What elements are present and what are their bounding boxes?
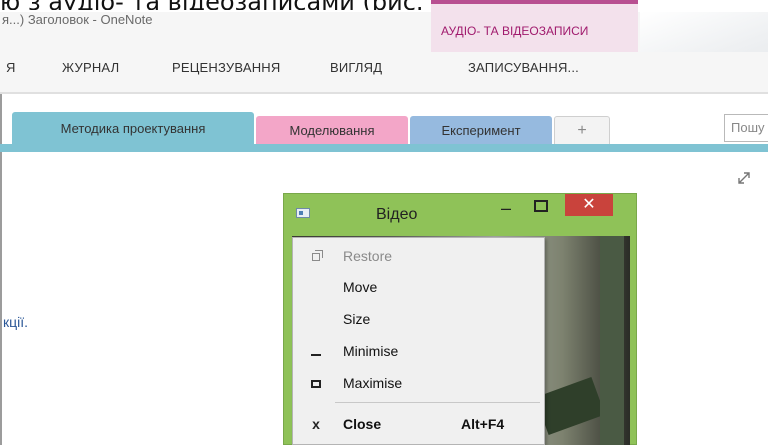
expand-icon[interactable] xyxy=(736,170,754,188)
menu-item-minimise[interactable]: Minimise xyxy=(293,337,544,367)
close-icon[interactable]: ✕ xyxy=(565,194,613,216)
restore-icon xyxy=(308,248,324,264)
video-window-icon[interactable] xyxy=(296,208,310,218)
contextual-group-accent xyxy=(431,0,638,4)
menu-item-close[interactable]: x Close Alt+F4 xyxy=(293,410,544,440)
menu-item-size[interactable]: Size xyxy=(293,305,544,335)
video-window-title: Відео xyxy=(376,206,418,223)
minimise-icon xyxy=(308,343,324,359)
menu-item-move[interactable]: Move xyxy=(293,273,544,303)
maximize-icon[interactable] xyxy=(534,200,548,212)
window-title: я...) Заголовок - OneNote xyxy=(2,12,153,27)
menu-item-label: Restore xyxy=(343,248,393,264)
menu-item-restore[interactable]: Restore xyxy=(293,242,544,272)
menu-item-review[interactable]: РЕЦЕНЗУВАННЯ xyxy=(172,60,280,75)
section-tab-methodology[interactable]: Методика проектування xyxy=(12,112,254,144)
section-color-band xyxy=(0,144,768,152)
minimize-icon[interactable]: – xyxy=(494,198,518,218)
section-tabs: Методика проектування Моделювання Експер… xyxy=(0,110,768,144)
video-content-shape xyxy=(534,376,606,436)
menu-item-shortcut: Alt+F4 xyxy=(461,416,505,432)
add-section-button[interactable]: + xyxy=(554,116,610,144)
section-tab-experiment[interactable]: Експеримент xyxy=(410,116,552,144)
section-tab-modeling[interactable]: Моделювання xyxy=(256,116,408,144)
menu-item-label: Close xyxy=(343,416,382,432)
menu-separator xyxy=(335,402,540,403)
contextual-group-label: АУДІО- ТА ВІДЕОЗАПИСИ xyxy=(441,24,589,38)
menu-item-recording[interactable]: ЗАПИСУВАННЯ... xyxy=(468,60,579,75)
menu-item-truncated[interactable]: Я xyxy=(6,60,16,75)
document-heading-fragment: ю з аудіо- та відеозаписами (рис. 6.9) xyxy=(0,0,768,10)
menu-item-view[interactable]: ВИГЛЯД xyxy=(330,60,382,75)
menu-item-journal[interactable]: ЖУРНАЛ xyxy=(62,60,119,75)
menu-item-maximise[interactable]: Maximise xyxy=(293,369,544,399)
window-system-menu: Restore Move Size Minimise Maximise x Cl… xyxy=(292,237,545,445)
close-icon: x xyxy=(312,416,320,432)
video-content-shape xyxy=(600,236,624,445)
menu-item-label: Maximise xyxy=(343,375,403,391)
menu-item-label: Minimise xyxy=(343,343,399,359)
maximise-icon xyxy=(308,375,324,391)
menu-item-label: Size xyxy=(343,311,371,327)
menu-item-label: Move xyxy=(343,279,378,295)
ribbon-separator xyxy=(0,92,768,94)
search-input[interactable]: Пошу xyxy=(724,114,768,142)
page-text-fragment: кції. xyxy=(3,314,29,330)
